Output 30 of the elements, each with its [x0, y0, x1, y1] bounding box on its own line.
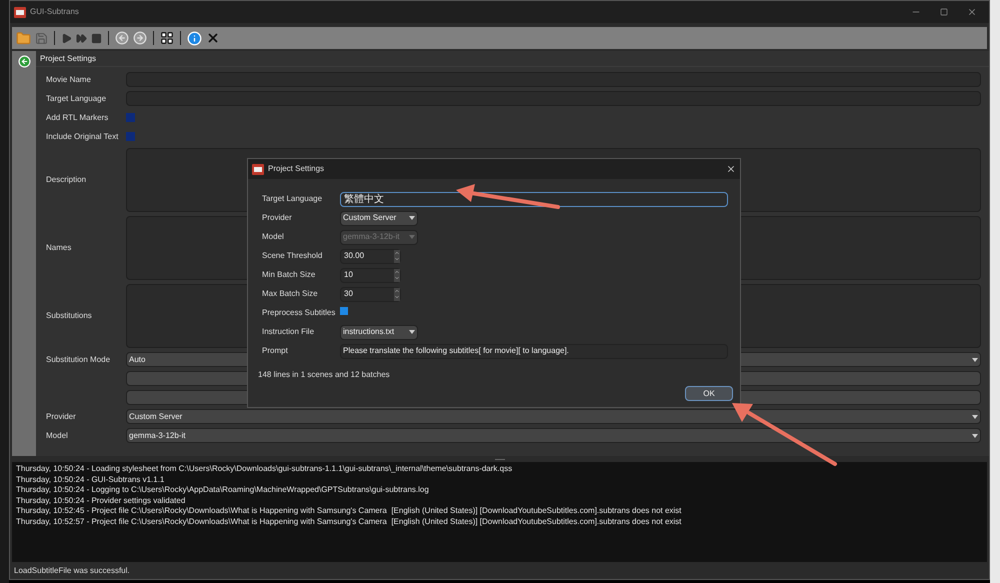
- field-label: Provider: [262, 212, 293, 224]
- field-label: Movie Name: [46, 74, 92, 86]
- log-line: Thursday, 10:52:57 - Project file C:\Users\Rocky\Downloads\What is Happening with Samsung's Camera [English (United States)] [DownloadYoutubeSubtitles.com].subtrans does not exist: [16, 516, 682, 527]
- field-label: Substitutions: [46, 310, 93, 322]
- field-label: Preprocess Subtitles: [262, 307, 336, 319]
- field-label: Provider: [46, 410, 77, 422]
- field-label: Substitution Mode: [46, 354, 112, 366]
- field-label: Scene Threshold: [262, 250, 324, 262]
- field-label: Prompt: [262, 345, 289, 357]
- log-line: Thursday, 10:50:24 - GUI-Subtrans v1.1.1: [16, 474, 166, 485]
- field-label: Model: [46, 430, 69, 442]
- field-label: Include Original Text: [46, 130, 120, 142]
- field-label: Description: [46, 174, 88, 186]
- field-label: Instruction File: [262, 326, 316, 338]
- panel-title: Project Settings: [36, 51, 989, 67]
- dialog-title: Project Settings: [268, 163, 324, 175]
- log-line: Thursday, 10:50:24 - Logging to C:\Users\Rocky\AppData\Roaming\MachineWrapped\GPTSubtrans\gui-subtrans.log: [16, 485, 430, 496]
- window-title: GUI-Subtrans: [30, 6, 79, 18]
- field-label: Target Language: [262, 193, 324, 205]
- batch-summary: 148 lines in 1 scenes and 12 batches: [257, 369, 391, 381]
- log-line: Thursday, 10:50:24 - Provider settings validated: [16, 496, 186, 506]
- status-message: LoadSubtitleFile was successful.: [14, 565, 130, 577]
- field-label: Names: [46, 242, 72, 254]
- field-label: Add RTL Markers: [46, 112, 110, 124]
- log-line: Thursday, 10:50:24 - Loading stylesheet from C:\Users\Rocky\Downloads\gui-subtrans-1.1.1\gui-subtrans\_internal\theme\subtrans-dark.qss: [16, 464, 514, 474]
- field-label: Model: [262, 231, 285, 243]
- log-line: Thursday, 10:52:45 - Project file C:\Users\Rocky\Downloads\What is Happening with Samsung's Camera [English (United States)] [DownloadYoutubeSubtitles.com].subtrans does not exist: [16, 506, 682, 516]
- field-label: Min Batch Size: [262, 269, 316, 281]
- field-label: Target Language: [46, 92, 108, 104]
- field-label: Max Batch Size: [262, 288, 319, 300]
